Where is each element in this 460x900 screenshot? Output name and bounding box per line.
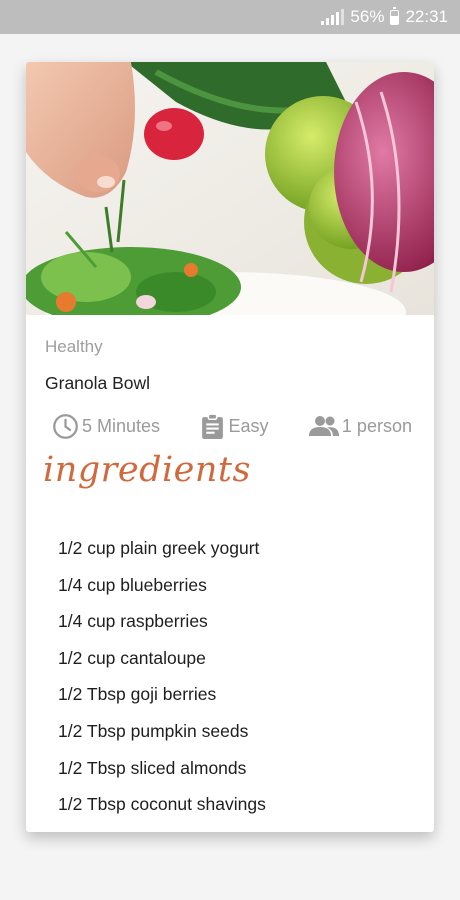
ingredient-item: 1/4 cup raspberries xyxy=(58,611,208,632)
signal-icon xyxy=(321,9,345,25)
ingredient-item: 1/2 cup cantaloupe xyxy=(58,647,206,668)
recipe-meta: 5 Minutes Easy 1 person xyxy=(52,409,412,443)
meta-time: 5 Minutes xyxy=(52,413,160,440)
recipe-category: Healthy xyxy=(45,337,103,356)
status-bar: 56% 22:31 xyxy=(0,0,460,34)
battery-icon xyxy=(390,6,400,25)
ingredient-item: 1/2 Tbsp goji berries xyxy=(58,684,217,705)
clipboard-icon xyxy=(202,412,224,439)
meta-time-label: 5 Minutes xyxy=(82,415,161,436)
people-icon xyxy=(308,416,339,436)
recipe-title: Granola Bowl xyxy=(45,373,151,393)
meta-servings-label: 1 person xyxy=(341,415,412,436)
recipe-photo xyxy=(26,62,434,315)
recipe-card[interactable]: Healthy Granola Bowl 5 Minutes Easy 1 pe… xyxy=(26,62,434,832)
ingredient-item: 1/2 cup plain greek yogurt xyxy=(58,538,260,558)
ingredient-item: 1/2 Tbsp pumpkin seeds xyxy=(58,720,249,741)
battery-percent: 56% xyxy=(350,7,385,26)
ingredients-list: 1/2 cup plain greek yogurt 1/4 cup blueb… xyxy=(58,530,266,823)
ingredient-item: 1/2 Tbsp sliced almonds xyxy=(58,757,247,778)
meta-difficulty: Easy xyxy=(200,412,269,440)
ingredient-item: 1/4 cup blueberries xyxy=(58,574,207,595)
ingredients-heading: ingredients xyxy=(43,450,251,490)
meta-difficulty-label: Easy xyxy=(228,415,269,436)
ingredient-item: 1/2 Tbsp coconut shavings xyxy=(58,794,266,815)
clock-icon xyxy=(53,413,78,439)
clock-time: 22:31 xyxy=(405,7,448,26)
meta-servings: 1 person xyxy=(308,414,412,438)
